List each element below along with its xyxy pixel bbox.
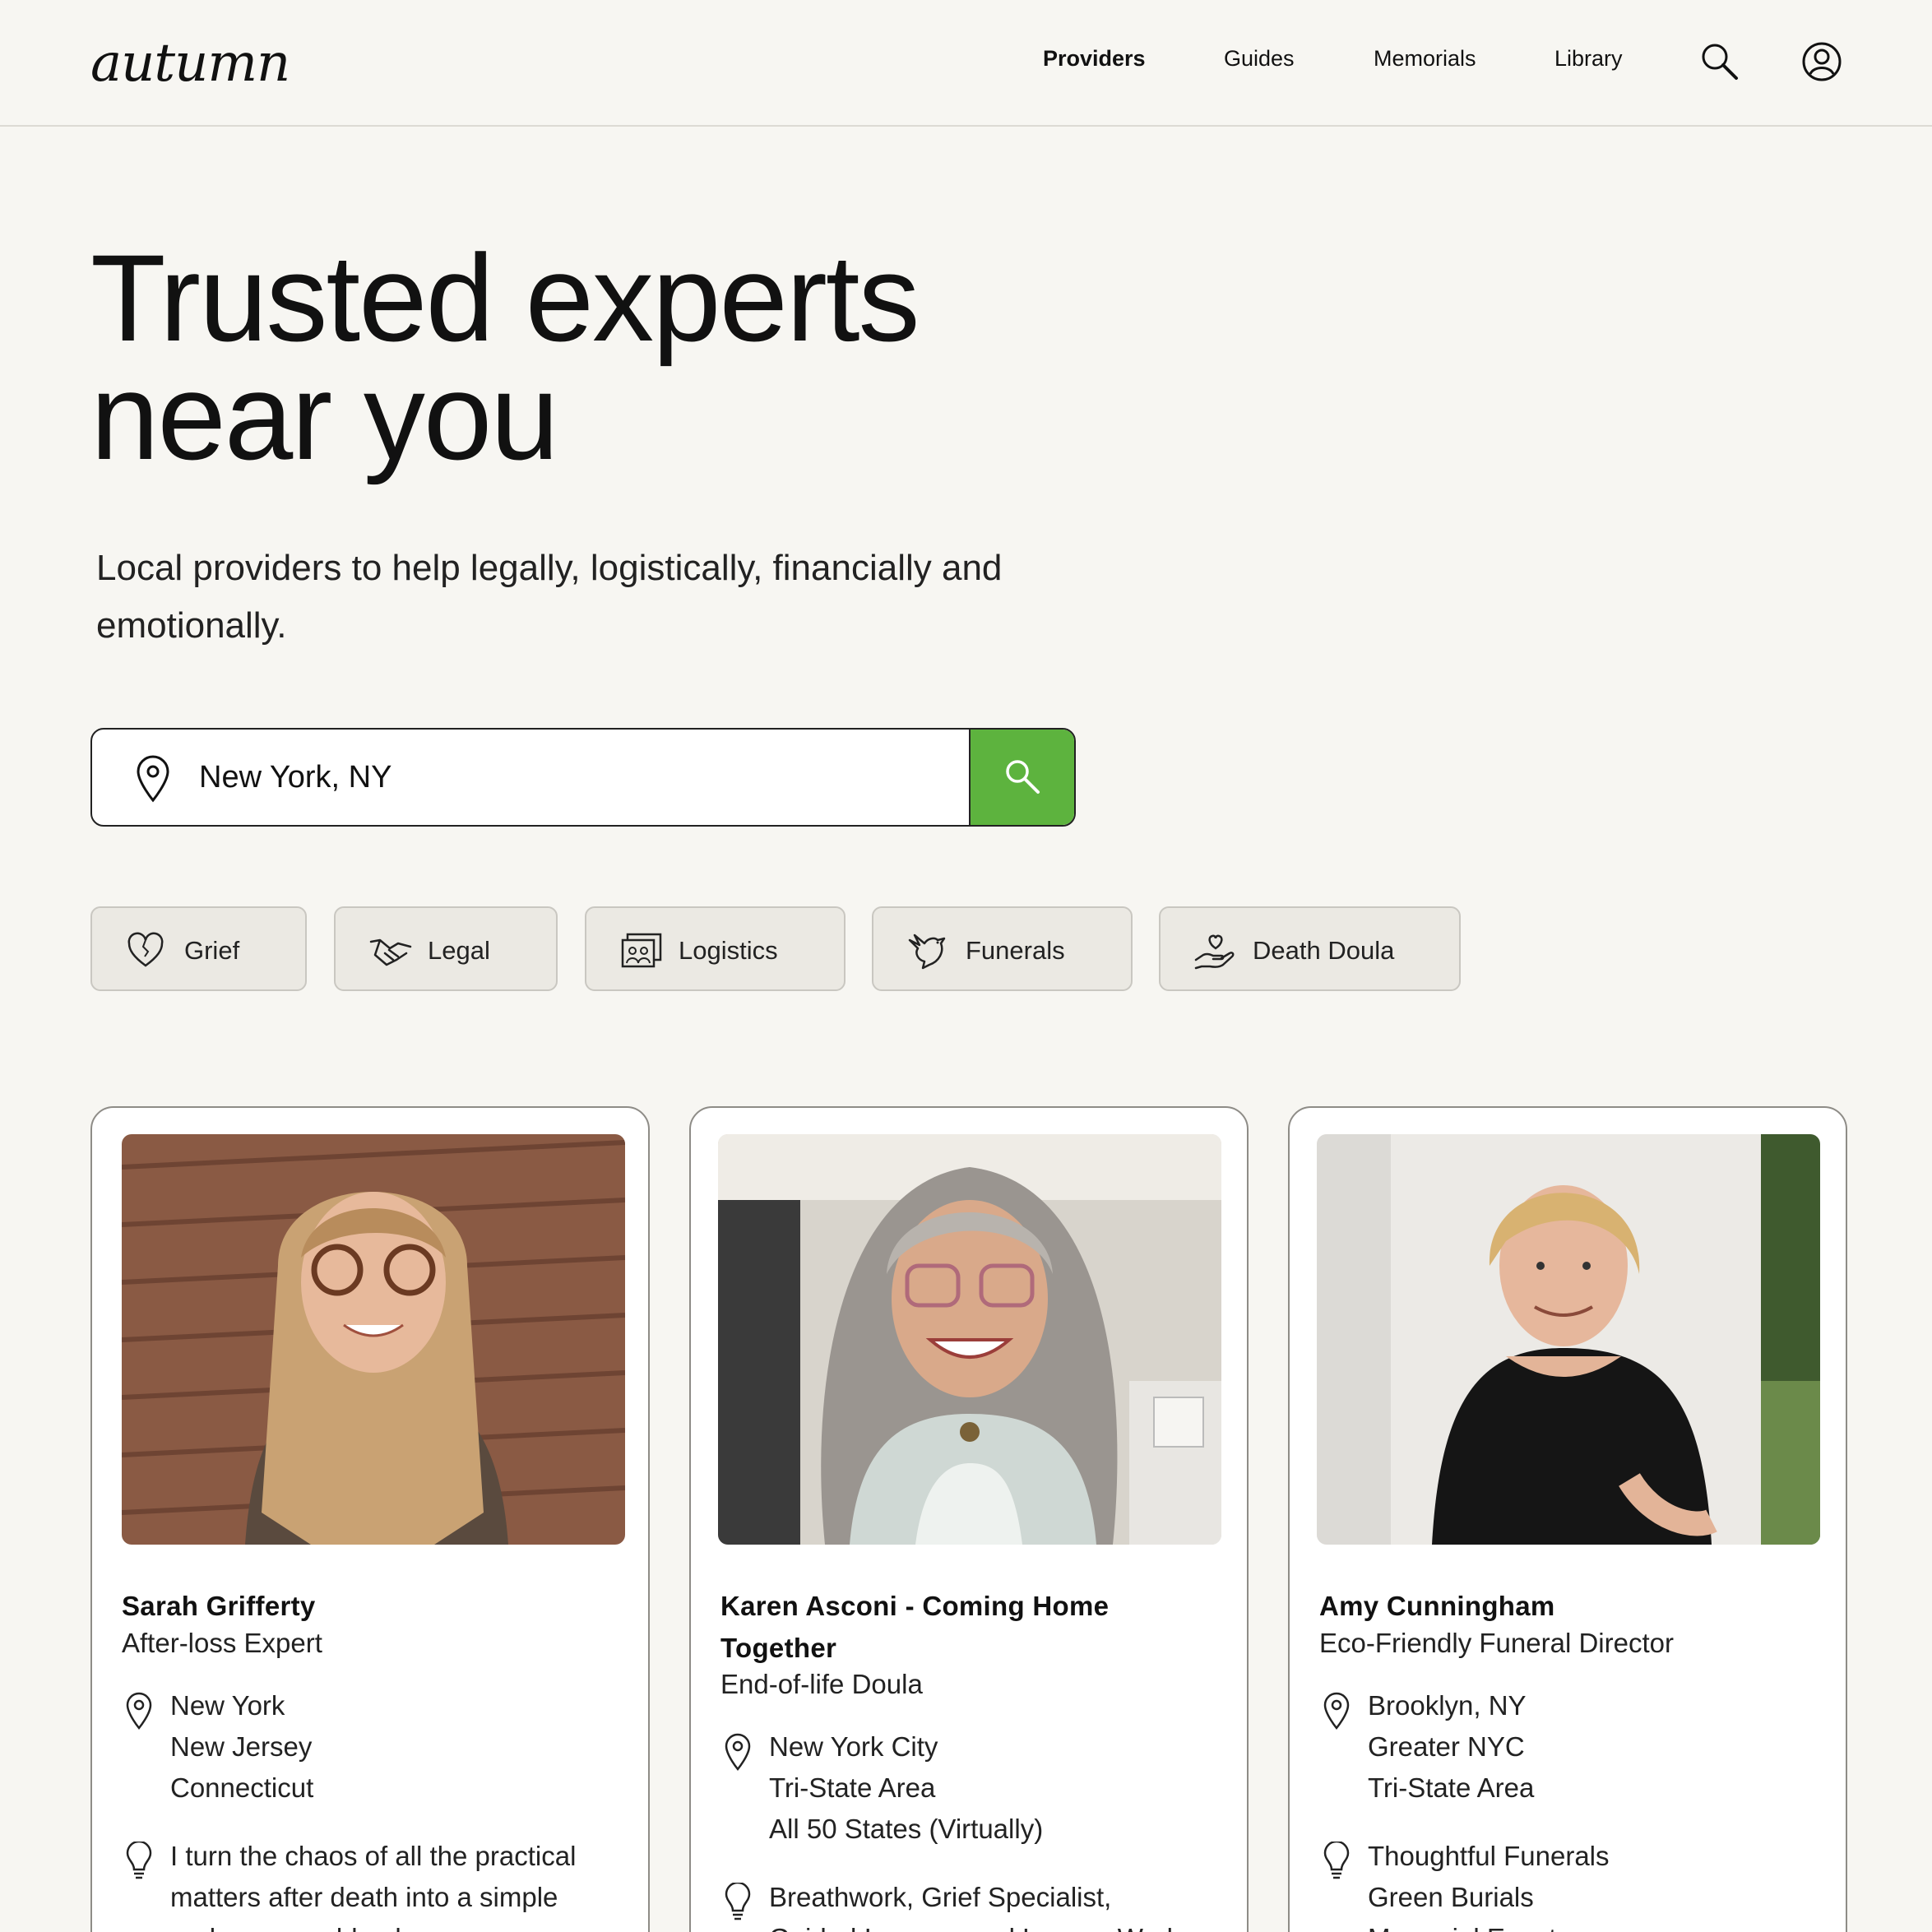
search-button[interactable] <box>969 730 1074 825</box>
location-pin-icon <box>133 754 173 804</box>
location-item: Connecticut <box>170 1772 314 1803</box>
nav-library[interactable]: Library <box>1554 46 1623 72</box>
location-item: New Jersey <box>170 1731 313 1762</box>
provider-locations: New York City Tri-State Area All 50 Stat… <box>769 1726 1043 1850</box>
about-line: Memorial Events <box>1368 1918 1610 1932</box>
provider-role: Eco-Friendly Funeral Director <box>1319 1628 1674 1658</box>
chip-funerals[interactable]: Funerals <box>872 906 1133 991</box>
location-input[interactable] <box>199 730 956 825</box>
location-item: Tri-State Area <box>769 1772 936 1803</box>
chip-label: Grief <box>184 936 240 965</box>
hand-heart-icon <box>1194 934 1235 970</box>
page-subtitle-line1: Local providers to help legally, logisti… <box>96 548 1003 588</box>
provider-about: Breathwork, Grief Specialist, Guided Ima… <box>769 1877 1180 1932</box>
location-item: Greater NYC <box>1368 1731 1525 1762</box>
handshake-icon <box>369 938 412 966</box>
about-line: and manageable plan <box>170 1918 576 1932</box>
chip-death-doula[interactable]: Death Doula <box>1159 906 1461 991</box>
about-line: Thoughtful Funerals <box>1368 1841 1610 1871</box>
provider-card[interactable]: Karen Asconi - Coming Home Together End-… <box>689 1106 1249 1932</box>
chip-label: Funerals <box>966 936 1065 965</box>
provider-photo <box>718 1134 1221 1545</box>
chip-label: Death Doula <box>1253 936 1395 965</box>
search-icon[interactable] <box>1699 41 1740 82</box>
provider-photo <box>122 1134 625 1545</box>
photos-icon <box>621 933 662 968</box>
location-pin-icon <box>125 1692 153 1734</box>
location-pin-icon <box>724 1733 752 1775</box>
provider-locations: Brooklyn, NY Greater NYC Tri-State Area <box>1368 1685 1534 1809</box>
about-line: Guided Imagery and Legacy Work <box>769 1918 1180 1932</box>
location-item: Brooklyn, NY <box>1368 1690 1527 1721</box>
about-line: I turn the chaos of all the practical <box>170 1841 577 1871</box>
location-item: New York <box>170 1690 285 1721</box>
page-title-line2: near you <box>90 347 559 485</box>
heart-icon <box>127 932 164 967</box>
location-search <box>90 728 1076 827</box>
lightbulb-icon <box>1323 1840 1351 1885</box>
about-line: matters after death into a simple <box>170 1882 558 1912</box>
page-subtitle: Local providers to help legally, logisti… <box>96 540 1124 655</box>
lightbulb-icon <box>724 1881 752 1926</box>
page-subtitle-line2: emotionally. <box>96 605 287 646</box>
location-item: Tri-State Area <box>1368 1772 1535 1803</box>
location-pin-icon <box>1323 1692 1351 1734</box>
location-item: All 50 States (Virtually) <box>769 1814 1044 1844</box>
provider-locations: New York New Jersey Connecticut <box>170 1685 313 1809</box>
provider-role: End-of-life Doula <box>720 1669 923 1699</box>
location-item: New York City <box>769 1731 938 1762</box>
chip-logistics[interactable]: Logistics <box>585 906 846 991</box>
page-title-line1: Trusted experts <box>90 229 920 367</box>
provider-photo <box>1317 1134 1820 1545</box>
site-header: autumn Providers Guides Memorials Librar… <box>0 0 1932 127</box>
dove-icon <box>908 934 946 970</box>
about-line: Breathwork, Grief Specialist, <box>769 1882 1112 1912</box>
search-icon <box>1006 760 1040 794</box>
chip-grief[interactable]: Grief <box>90 906 307 991</box>
chip-label: Logistics <box>679 936 778 965</box>
chip-label: Legal <box>428 936 490 965</box>
lightbulb-icon <box>125 1840 153 1885</box>
provider-about: I turn the chaos of all the practical ma… <box>170 1836 576 1932</box>
about-line: Green Burials <box>1368 1882 1534 1912</box>
page-title: Trusted experts near you <box>90 236 1077 478</box>
provider-role: After-loss Expert <box>122 1628 322 1658</box>
provider-card[interactable]: Sarah Grifferty After-loss Expert New Yo… <box>90 1106 650 1932</box>
provider-name[interactable]: Sarah Grifferty <box>122 1585 623 1627</box>
nav-providers[interactable]: Providers <box>1043 46 1146 72</box>
chip-legal[interactable]: Legal <box>334 906 558 991</box>
nav-memorials[interactable]: Memorials <box>1374 46 1476 72</box>
provider-name[interactable]: Amy Cunningham <box>1319 1585 1821 1627</box>
autumn-logo[interactable]: autumn <box>90 33 290 94</box>
nav-guides[interactable]: Guides <box>1224 46 1295 72</box>
provider-about: Thoughtful Funerals Green Burials Memori… <box>1368 1836 1610 1932</box>
provider-card[interactable]: Amy Cunningham Eco-Friendly Funeral Dire… <box>1288 1106 1847 1932</box>
provider-name[interactable]: Karen Asconi - Coming Home Together <box>720 1585 1222 1669</box>
account-icon[interactable] <box>1801 41 1842 82</box>
